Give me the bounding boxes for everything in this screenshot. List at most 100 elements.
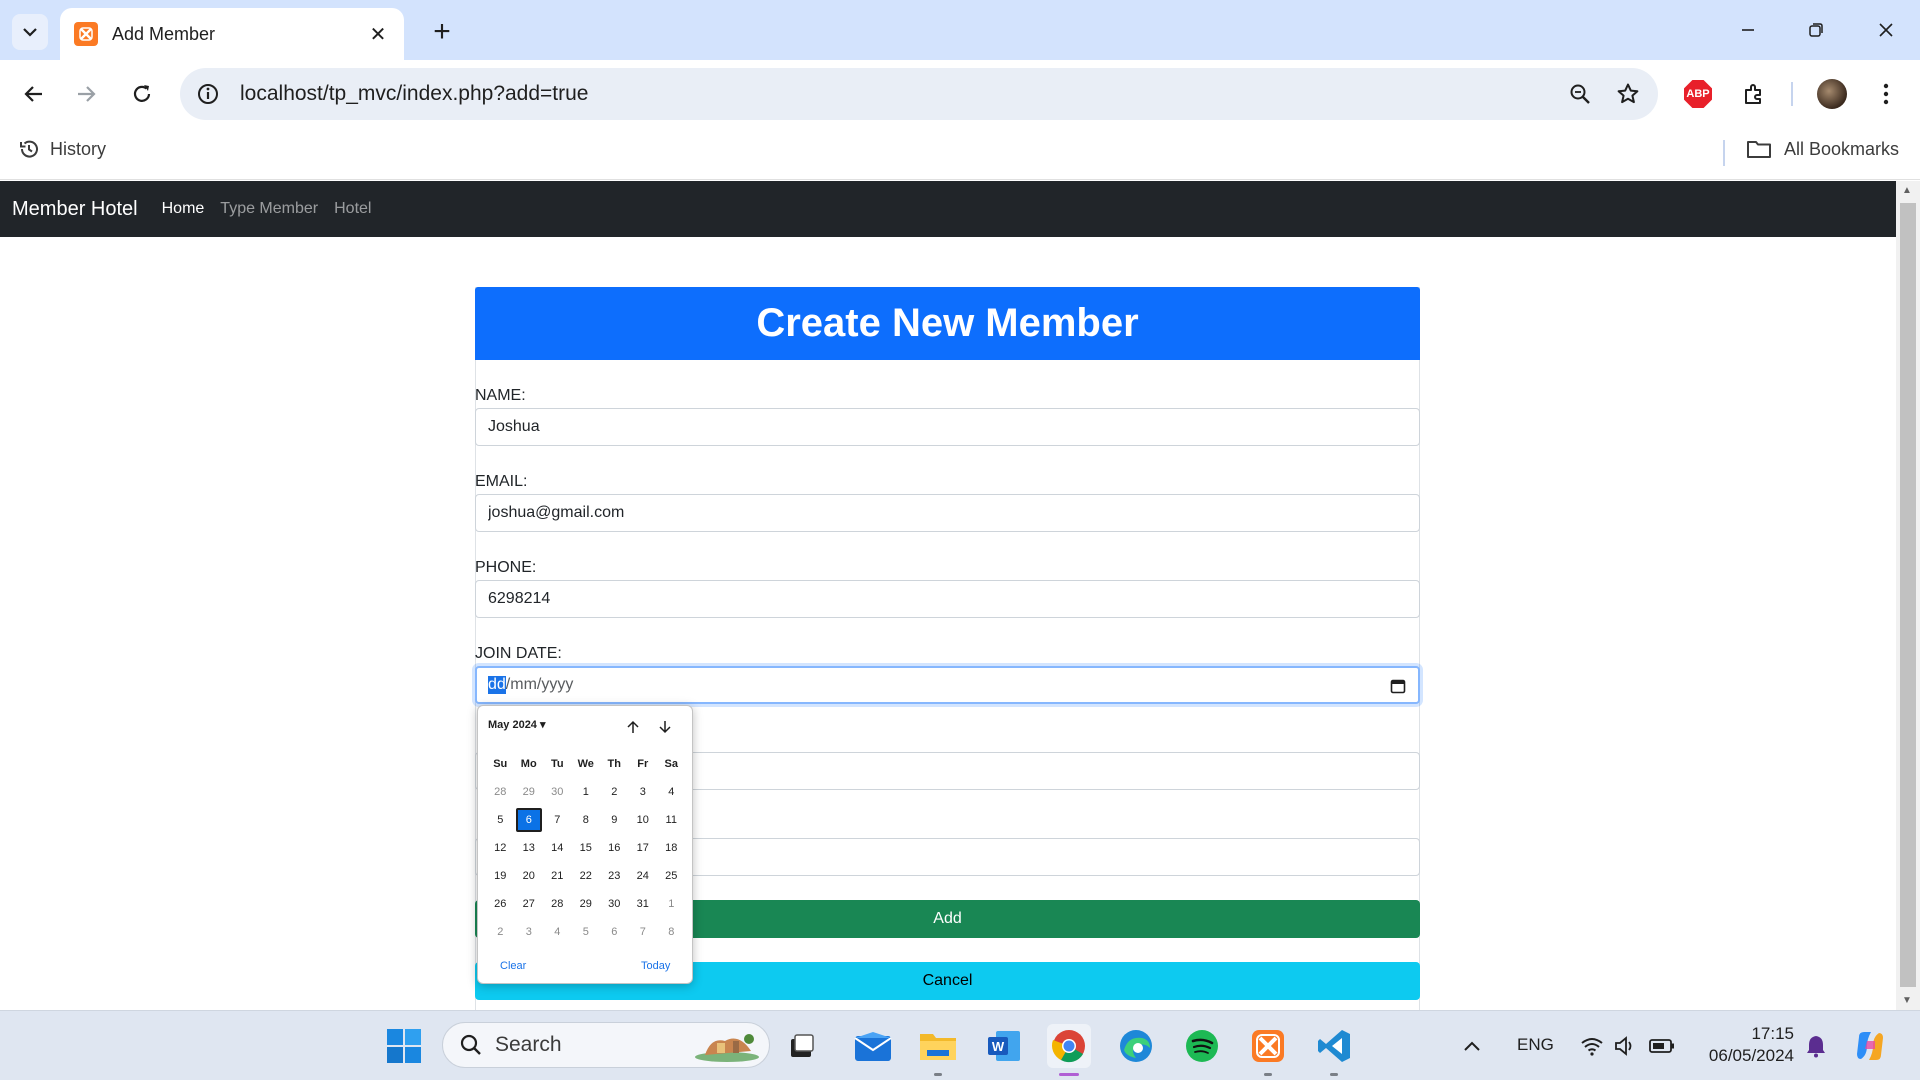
calendar-day[interactable]: 31 bbox=[629, 898, 658, 910]
star-icon[interactable] bbox=[1604, 70, 1652, 118]
url-text[interactable]: localhost/tp_mvc/index.php?add=true bbox=[240, 82, 1556, 106]
email-input[interactable] bbox=[475, 494, 1420, 532]
chevron-up-icon[interactable] bbox=[1456, 1024, 1488, 1068]
calendar-day[interactable]: 22 bbox=[572, 870, 601, 882]
calendar-day[interactable]: 21 bbox=[543, 870, 572, 882]
restore-icon[interactable] bbox=[1788, 10, 1844, 50]
calendar-day-selected[interactable]: 6 bbox=[515, 808, 544, 832]
navbar-brand[interactable]: Member Hotel bbox=[12, 198, 138, 221]
month-year-selector[interactable]: May 2024 ▾ bbox=[488, 718, 546, 731]
phone-input[interactable] bbox=[475, 580, 1420, 618]
bell-icon[interactable] bbox=[1800, 1024, 1832, 1068]
calendar-day[interactable]: 20 bbox=[515, 870, 544, 882]
calendar-day[interactable]: 4 bbox=[657, 786, 686, 798]
calendar-day[interactable]: 8 bbox=[572, 814, 601, 826]
address-bar[interactable]: localhost/tp_mvc/index.php?add=true bbox=[180, 68, 1658, 120]
windows-start-icon[interactable] bbox=[382, 1024, 426, 1068]
calendar-day[interactable]: 1 bbox=[572, 786, 601, 798]
arrow-up-icon[interactable] bbox=[622, 716, 644, 738]
file-explorer-icon[interactable] bbox=[916, 1024, 960, 1076]
forward-arrow-icon[interactable] bbox=[68, 76, 104, 112]
arrow-down-icon[interactable] bbox=[654, 716, 676, 738]
calendar-day[interactable]: 30 bbox=[543, 786, 572, 798]
nav-link-hotel[interactable]: Hotel bbox=[334, 200, 371, 218]
browser-tab[interactable]: Add Member ✕ bbox=[60, 8, 404, 60]
scroll-up-icon[interactable]: ▲ bbox=[1902, 185, 1912, 196]
kebab-menu-icon[interactable] bbox=[1868, 76, 1904, 112]
mail-icon[interactable] bbox=[851, 1024, 895, 1068]
calendar-day[interactable]: 8 bbox=[657, 926, 686, 938]
calendar-day[interactable]: 15 bbox=[572, 842, 601, 854]
calendar-day[interactable]: 17 bbox=[629, 842, 658, 854]
calendar-day[interactable]: 1 bbox=[657, 898, 686, 910]
task-view-icon[interactable] bbox=[780, 1024, 824, 1068]
xampp-taskbar-icon[interactable] bbox=[1246, 1024, 1290, 1076]
window-close-icon[interactable] bbox=[1858, 10, 1914, 50]
name-input[interactable] bbox=[475, 408, 1420, 446]
vscode-icon[interactable] bbox=[1312, 1024, 1356, 1076]
scroll-down-icon[interactable]: ▼ bbox=[1902, 995, 1912, 1006]
calendar-day[interactable]: 19 bbox=[486, 870, 515, 882]
calendar-day[interactable]: 28 bbox=[543, 898, 572, 910]
zoom-icon[interactable] bbox=[1556, 70, 1604, 118]
calendar-day[interactable]: 24 bbox=[629, 870, 658, 882]
calendar-day[interactable]: 28 bbox=[486, 786, 515, 798]
calendar-day[interactable]: 23 bbox=[600, 870, 629, 882]
calendar-day[interactable]: 27 bbox=[515, 898, 544, 910]
calendar-day[interactable]: 2 bbox=[486, 926, 515, 938]
close-icon[interactable]: ✕ bbox=[366, 22, 390, 47]
join-date-input[interactable]: dd/mm/yyyy bbox=[475, 666, 1420, 704]
edge-icon[interactable] bbox=[1114, 1024, 1158, 1068]
calendar-day[interactable]: 13 bbox=[515, 842, 544, 854]
page-scrollbar[interactable]: ▲ ▼ bbox=[1896, 181, 1920, 1010]
scroll-thumb[interactable] bbox=[1900, 203, 1916, 987]
nav-link-type-member[interactable]: Type Member bbox=[220, 200, 318, 218]
profile-avatar[interactable] bbox=[1814, 76, 1850, 112]
calendar-day[interactable]: 6 bbox=[600, 926, 629, 938]
chrome-icon[interactable] bbox=[1047, 1024, 1091, 1076]
extensions-icon[interactable] bbox=[1736, 76, 1772, 112]
volume-icon[interactable] bbox=[1612, 1024, 1640, 1068]
calendar-day[interactable]: 3 bbox=[515, 926, 544, 938]
calendar-day[interactable]: 25 bbox=[657, 870, 686, 882]
today-button[interactable]: Today bbox=[641, 960, 670, 972]
calendar-day[interactable]: 2 bbox=[600, 786, 629, 798]
bookmark-history[interactable]: History bbox=[18, 138, 106, 160]
clear-button[interactable]: Clear bbox=[500, 960, 526, 972]
calendar-day[interactable]: 5 bbox=[486, 814, 515, 826]
calendar-icon[interactable] bbox=[1390, 678, 1406, 694]
wifi-icon[interactable] bbox=[1578, 1024, 1606, 1068]
language-indicator[interactable]: ENG bbox=[1517, 1035, 1554, 1055]
calendar-day[interactable]: 11 bbox=[657, 814, 686, 826]
calendar-day[interactable]: 30 bbox=[600, 898, 629, 910]
word-icon[interactable]: W bbox=[982, 1024, 1026, 1068]
back-arrow-icon[interactable] bbox=[16, 76, 52, 112]
plus-icon[interactable]: + bbox=[424, 14, 460, 50]
site-info-icon[interactable] bbox=[194, 80, 222, 108]
calendar-day[interactable]: 26 bbox=[486, 898, 515, 910]
calendar-day[interactable]: 29 bbox=[572, 898, 601, 910]
date-rest-segment[interactable]: /mm/yyyy bbox=[506, 676, 574, 694]
calendar-day[interactable]: 10 bbox=[629, 814, 658, 826]
calendar-day[interactable]: 7 bbox=[543, 814, 572, 826]
reload-icon[interactable] bbox=[124, 76, 160, 112]
calendar-day[interactable]: 5 bbox=[572, 926, 601, 938]
all-bookmarks-button[interactable]: All Bookmarks bbox=[1746, 138, 1899, 160]
system-clock[interactable]: 17:15 06/05/2024 bbox=[1704, 1023, 1794, 1067]
calendar-day[interactable]: 3 bbox=[629, 786, 658, 798]
nav-link-home[interactable]: Home bbox=[162, 200, 205, 218]
calendar-day[interactable]: 4 bbox=[543, 926, 572, 938]
minimize-icon[interactable] bbox=[1720, 10, 1776, 50]
calendar-day[interactable]: 7 bbox=[629, 926, 658, 938]
date-day-segment[interactable]: dd bbox=[488, 676, 506, 694]
calendar-day[interactable]: 14 bbox=[543, 842, 572, 854]
spotify-icon[interactable] bbox=[1180, 1024, 1224, 1068]
calendar-day[interactable]: 29 bbox=[515, 786, 544, 798]
calendar-day[interactable]: 12 bbox=[486, 842, 515, 854]
calendar-day[interactable]: 9 bbox=[600, 814, 629, 826]
calendar-day[interactable]: 18 bbox=[657, 842, 686, 854]
taskbar-search[interactable]: Search bbox=[442, 1022, 770, 1068]
calendar-day[interactable]: 16 bbox=[600, 842, 629, 854]
copilot-icon[interactable] bbox=[1850, 1024, 1890, 1068]
tab-search-button[interactable] bbox=[12, 14, 48, 50]
